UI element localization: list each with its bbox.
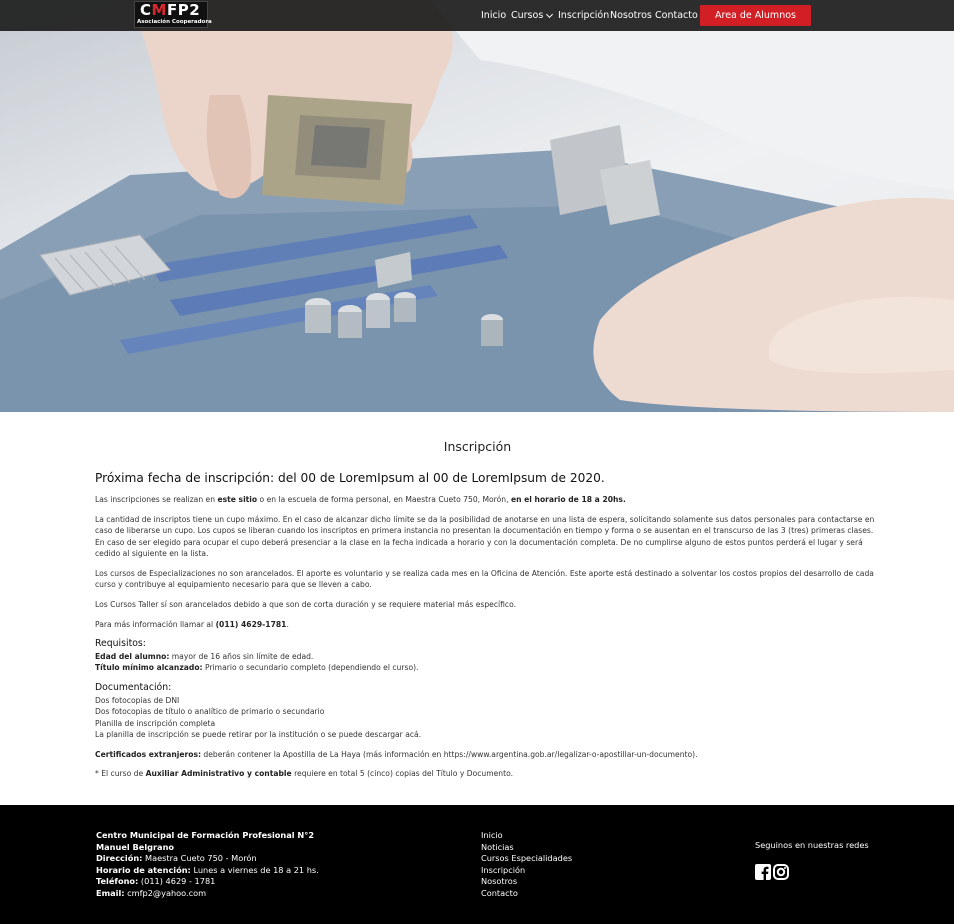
value: deberán contener la Apostilla de La Haya… <box>201 750 698 759</box>
label: Email: <box>96 887 125 898</box>
email-link[interactable]: cmfp2@yahoo.com <box>125 888 206 898</box>
footer-link-noticias[interactable]: Noticias <box>481 842 572 854</box>
list-item: Dos fotocopias de título o analítico de … <box>95 707 325 717</box>
logo-wordmark: CMFP2 <box>140 1 201 19</box>
footer-link-contacto[interactable]: Contacto <box>481 888 572 900</box>
text: Las inscripciones se realizan en <box>95 495 218 504</box>
org-name-line: Centro Municipal de Formación Profesiona… <box>96 830 315 840</box>
paragraph-especializaciones: Los cursos de Especializaciones no son a… <box>95 568 874 591</box>
value: Maestra Cueto 750 - Morón <box>142 853 257 864</box>
paragraph-cupo: La cantidad de inscriptos tiene un cupo … <box>95 514 875 560</box>
requisito-titulo: Título mínimo alcanzado: Primario o secu… <box>95 662 860 673</box>
este-sitio-link[interactable]: este sitio <box>217 495 257 504</box>
nav-item-inicio[interactable]: Inicio <box>481 0 506 31</box>
requisito-edad: Edad del alumno: mayor de 16 años sin lí… <box>95 651 860 662</box>
nav-link-inicio[interactable]: Inicio <box>481 10 506 21</box>
footer-link-inicio[interactable]: Inicio <box>481 830 572 842</box>
nav-item-cursos[interactable]: Cursos <box>511 0 554 31</box>
list-item: Dos fotocopias de DNI <box>95 696 180 705</box>
text: . <box>286 620 289 629</box>
value: Lunes a viernes de 18 a 21 hs. <box>190 864 319 875</box>
paragraph-intro: Las inscripciones se realizan en este si… <box>95 494 860 505</box>
schedule-text: en el horario de 18 a 20hs. <box>510 495 626 504</box>
footer-link-cursos[interactable]: Cursos Especialidades <box>481 853 572 865</box>
nav-item-contacto[interactable]: Contacto <box>655 0 698 31</box>
phone: Teléfono: (011) 4629 - 1781 <box>96 876 319 888</box>
logo-subtitle: Asociación Cooperadora <box>137 19 212 25</box>
paragraph-line: cedido al siguiente en la lista. <box>95 549 209 559</box>
nav-link-contacto[interactable]: Contacto <box>655 10 698 21</box>
label: Horario de atención: <box>96 864 191 875</box>
chevron-down-icon <box>546 10 554 18</box>
text: * El curso de <box>95 769 146 778</box>
paragraph-taller: Los Cursos Taller sí son arancelados deb… <box>95 600 517 609</box>
label: Certificados extranjeros: <box>95 750 201 759</box>
opening-hours: Horario de atención: Lunes a viernes de … <box>96 865 319 877</box>
list-item: Planilla de inscripción completa <box>95 718 216 728</box>
value: mayor de 16 años sin límite de edad. <box>169 652 314 661</box>
org-name-2: Manuel Belgrano <box>96 842 319 854</box>
facebook-icon[interactable] <box>755 864 771 880</box>
list-item-descarga[interactable]: La planilla de inscripción se puede reti… <box>95 729 860 740</box>
footer-link-nosotros[interactable]: Nosotros <box>481 876 572 888</box>
paragraph-contact-phone: Para más información llamar al (011) 462… <box>95 619 860 630</box>
value: (011) 4629 - 1781 <box>138 876 216 887</box>
page-title: Inscripción <box>443 439 512 454</box>
inscription-date-headline: Próxima fecha de inscripción: del 00 de … <box>95 471 605 485</box>
label: Título mínimo alcanzado: <box>95 663 203 673</box>
paragraph-line: curso y contribuye al equipamiento neces… <box>95 580 372 590</box>
nav-link-cursos[interactable]: Cursos <box>511 10 554 21</box>
area-alumnos-button[interactable]: Area de Alumnos <box>700 5 811 26</box>
nav-item-nosotros[interactable]: Nosotros <box>610 0 652 31</box>
nav-link-cursos-label: Cursos <box>511 10 544 21</box>
instagram-icon[interactable] <box>773 864 789 880</box>
social-title: Seguinos en nuestras redes <box>755 840 869 850</box>
course-name: Auxiliar Administrativo y contable <box>145 769 292 778</box>
email: Email: cmfp2@yahoo.com <box>96 888 319 900</box>
nav-item-inscripcion[interactable]: Inscripción <box>558 0 609 31</box>
label: Teléfono: <box>96 876 139 887</box>
nav-link-inscripcion[interactable]: Inscripción <box>558 10 609 21</box>
paragraph-line: caso de liberarse un cupo. Los cupos se … <box>95 526 874 536</box>
footer-links: Inicio Noticias Cursos Especialidades In… <box>481 830 572 900</box>
documentacion-list: Dos fotocopias de DNI Dos fotocopias de … <box>95 695 860 741</box>
paragraph-note: * El curso de Auxiliar Administrativo y … <box>95 768 860 779</box>
paragraph-line: En caso de ser elegido para ocupar el cu… <box>95 537 863 547</box>
phone-number: (011) 4629-1781 <box>215 620 287 629</box>
text: Para más información llamar al <box>95 620 216 629</box>
footer: Centro Municipal de Formación Profesiona… <box>0 805 954 924</box>
paragraph-line: La cantidad de inscriptos tiene un cupo … <box>95 515 875 524</box>
footer-contact-info: Centro Municipal de Formación Profesiona… <box>96 830 319 900</box>
org-name-line: Manuel Belgrano <box>96 841 175 852</box>
paragraph-certificados: Certificados extranjeros: deberán conten… <box>95 749 860 760</box>
footer-link-inscripcion[interactable]: Inscripción <box>481 865 572 877</box>
nav-link-nosotros[interactable]: Nosotros <box>610 10 652 21</box>
requisitos-list: Edad del alumno: mayor de 16 años sin lí… <box>95 651 860 674</box>
logo[interactable]: CMFP2 Asociación Cooperadora <box>134 1 212 28</box>
paragraph-line: Los cursos de Especializaciones no son a… <box>95 569 874 578</box>
navbar: CMFP2 Asociación Cooperadora Inicio Curs… <box>0 0 954 31</box>
documentacion-heading: Documentación: <box>95 682 172 693</box>
requisitos-heading: Requisitos: <box>95 638 146 649</box>
text: o en la escuela de forma personal, en Ma… <box>257 495 511 504</box>
label: Edad del alumno: <box>95 652 170 661</box>
address: Dirección: Maestra Cueto 750 - Morón <box>96 853 319 865</box>
hero-banner <box>0 0 954 412</box>
org-name: Centro Municipal de Formación Profesiona… <box>96 830 319 842</box>
text: requiere en total 5 (cinco) copias del T… <box>291 769 514 778</box>
label: Dirección: <box>96 853 143 864</box>
hero-overlay <box>0 0 954 412</box>
value: Primario o secundario completo (dependie… <box>202 663 419 673</box>
